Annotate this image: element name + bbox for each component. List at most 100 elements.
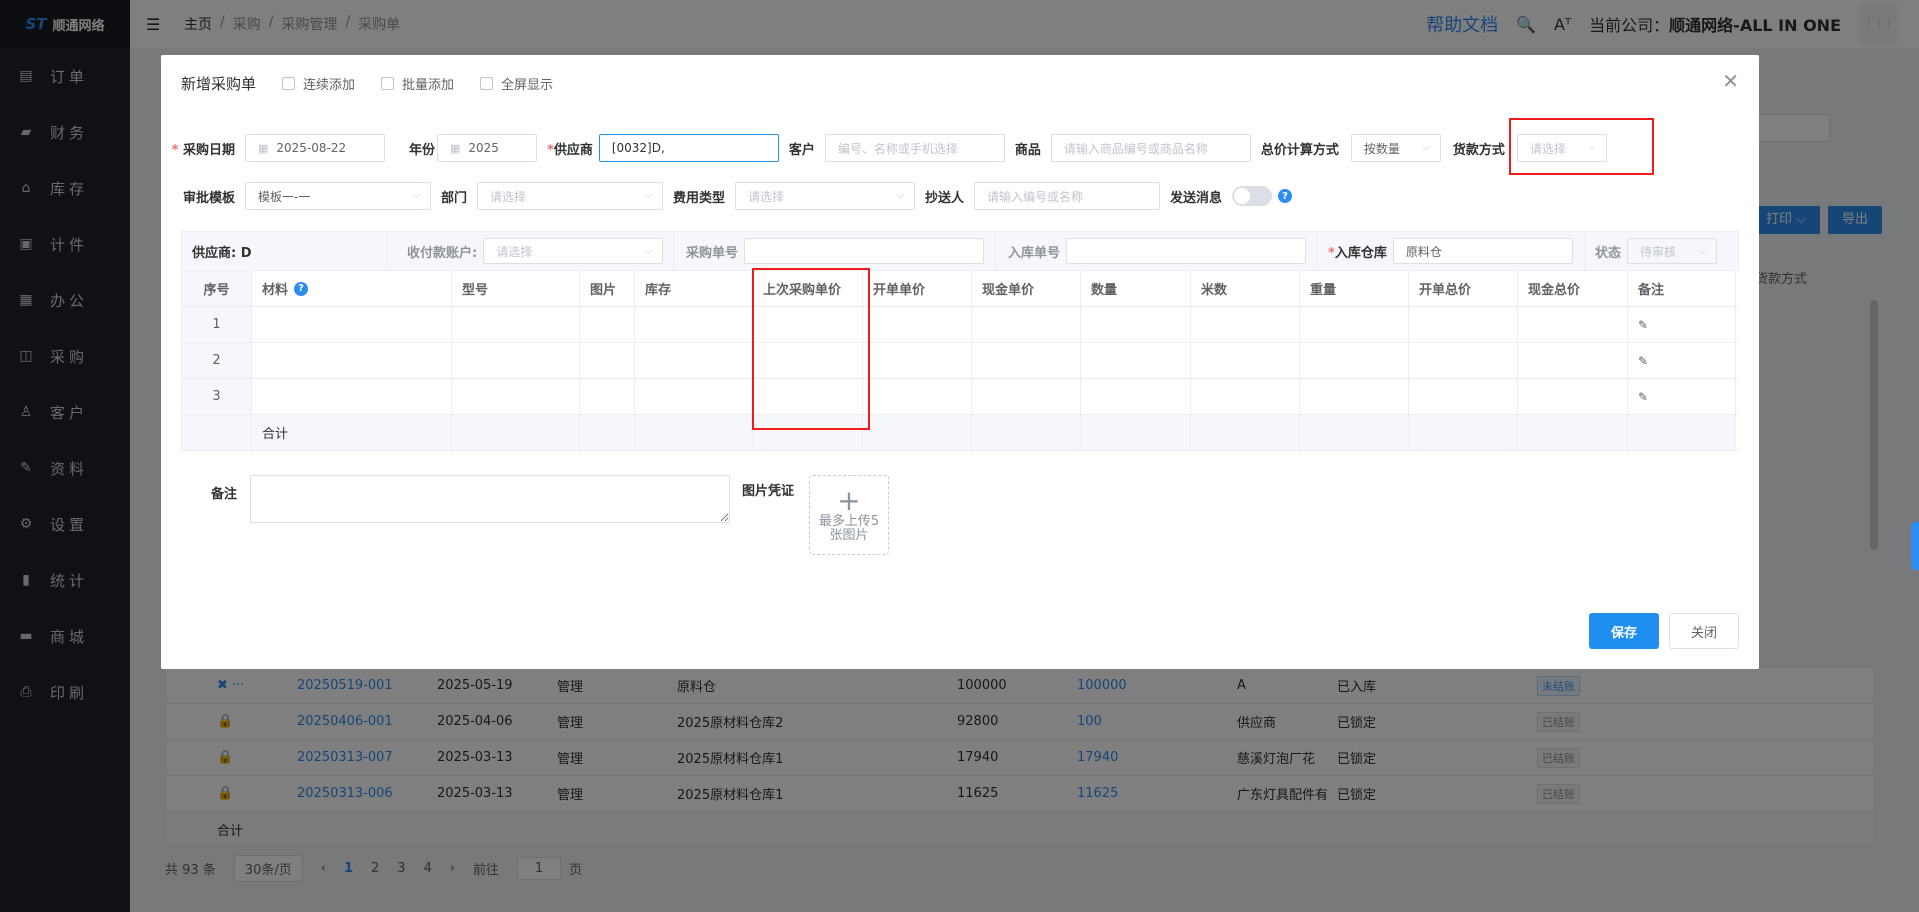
table-cell: [1518, 415, 1628, 450]
image-upload[interactable]: + 最多上传5张图片: [809, 475, 889, 555]
payment-method-label: 货款方式: [1452, 142, 1505, 158]
dialog-title: 新增采购单: [181, 75, 257, 93]
table-cell[interactable]: [863, 307, 972, 342]
table-cell[interactable]: [972, 343, 1081, 378]
year-input[interactable]: ▦ 2025: [437, 134, 537, 162]
edit-icon[interactable]: ✎: [1638, 354, 1648, 368]
approval-template-label: 审批模板: [182, 190, 235, 206]
batch-add-checkbox[interactable]: 批量添加: [381, 74, 454, 93]
help-icon[interactable]: ?: [1278, 189, 1293, 203]
table-cell[interactable]: [252, 307, 452, 342]
new-purchase-order-dialog: 新增采购单 连续添加 批量添加 全屏显示 ✕ * 采购日期 ▦ 2025-08-2…: [161, 55, 1759, 669]
table-cell[interactable]: [1081, 307, 1191, 342]
table-cell[interactable]: [1409, 307, 1518, 342]
goods-input[interactable]: 请输入商品编号或商品名称: [1050, 134, 1251, 162]
table-cell[interactable]: [972, 307, 1081, 342]
po-number-input[interactable]: [744, 238, 985, 264]
chevron-down-icon: ⌵: [644, 246, 653, 257]
column-header: 开单单价: [863, 271, 972, 306]
table-cell[interactable]: [1409, 343, 1518, 378]
table-cell[interactable]: [1518, 379, 1628, 414]
table-cell[interactable]: [580, 379, 635, 414]
table-cell[interactable]: [635, 379, 753, 414]
cc-input[interactable]: 请输入编号或名称: [974, 182, 1161, 210]
table-cell[interactable]: [252, 379, 452, 414]
table-cell: [452, 415, 580, 450]
table-cell: [1628, 415, 1736, 450]
table-cell[interactable]: ✎: [1628, 379, 1736, 414]
customer-input[interactable]: 编号、名称或手机选择: [824, 134, 1005, 162]
table-cell[interactable]: [1300, 307, 1409, 342]
purchase-date-input[interactable]: ▦ 2025-08-22: [245, 134, 385, 162]
highlight-payment-method: [1509, 118, 1654, 175]
table-cell[interactable]: ✎: [1628, 343, 1736, 378]
supplier-input[interactable]: [0032]D,: [598, 134, 779, 162]
column-header: 型号: [452, 271, 580, 306]
table-cell[interactable]: [452, 343, 580, 378]
table-cell[interactable]: [863, 343, 972, 378]
table-cell[interactable]: [1081, 379, 1191, 414]
table-cell[interactable]: [635, 343, 753, 378]
customer-label: 客户: [788, 142, 815, 158]
column-header: 序号: [182, 271, 252, 306]
table-cell[interactable]: [580, 343, 635, 378]
notes-textarea[interactable]: [250, 475, 730, 523]
department-label: 部门: [441, 190, 468, 206]
column-header: 图片: [580, 271, 635, 306]
table-cell[interactable]: [1191, 307, 1300, 342]
continuous-add-checkbox[interactable]: 连续添加: [282, 74, 355, 93]
edit-icon[interactable]: ✎: [1638, 318, 1648, 332]
checkbox-icon[interactable]: [381, 77, 395, 90]
table-cell[interactable]: [1300, 343, 1409, 378]
send-message-toggle[interactable]: [1232, 186, 1273, 206]
fee-type-label: 费用类型: [673, 190, 726, 206]
table-cell[interactable]: [635, 307, 753, 342]
fee-type-select[interactable]: 请选择 ⌵: [735, 182, 916, 210]
account-select[interactable]: 请选择 ⌵: [483, 238, 664, 264]
total-calc-select[interactable]: 按数量 ⌵: [1350, 134, 1441, 162]
chevron-down-icon: ⌵: [644, 190, 653, 201]
chevron-down-icon: ⌵: [1698, 246, 1707, 257]
table-cell[interactable]: [1191, 343, 1300, 378]
table-cell: [863, 415, 972, 450]
notes-label: 备注: [211, 487, 238, 502]
table-cell[interactable]: [452, 307, 580, 342]
table-cell[interactable]: [1409, 379, 1518, 414]
inbound-number-input[interactable]: [1066, 238, 1307, 264]
material-detail-table: 序号 材料? 型号 图片 库存 上次采购单价 开单单价 现金单价 数量 米数 重量 开单总价 现金总价备…: [181, 271, 1739, 451]
help-icon[interactable]: ?: [294, 281, 309, 296]
table-cell[interactable]: [972, 379, 1081, 414]
table-cell[interactable]: [1518, 307, 1628, 342]
table-row: 3 ✎: [182, 379, 1739, 415]
account-label: 收付款账户:: [407, 245, 478, 261]
close-button[interactable]: 关闭: [1669, 613, 1739, 649]
save-button[interactable]: 保存: [1589, 613, 1659, 649]
row-index: 2: [182, 343, 252, 378]
checkbox-icon[interactable]: [480, 77, 494, 90]
chevron-down-icon: ⌵: [1422, 142, 1430, 153]
purchase-date-label: * 采购日期: [171, 142, 235, 158]
table-cell: [1191, 415, 1300, 450]
table-cell[interactable]: [1081, 343, 1191, 378]
table-cell[interactable]: ✎: [1628, 307, 1736, 342]
table-cell[interactable]: [252, 343, 452, 378]
table-cell[interactable]: [1191, 379, 1300, 414]
table-cell[interactable]: [1518, 343, 1628, 378]
side-drawer-tab[interactable]: [1911, 522, 1919, 570]
edit-icon[interactable]: ✎: [1638, 390, 1648, 404]
goods-label: 商品: [1014, 142, 1041, 158]
fullscreen-checkbox[interactable]: 全屏显示: [480, 74, 553, 93]
status-select: 待审核 ⌵: [1627, 238, 1718, 264]
table-cell[interactable]: [863, 379, 972, 414]
image-voucher-label: 图片凭证: [742, 484, 795, 499]
department-select[interactable]: 请选择 ⌵: [477, 182, 664, 210]
cc-label: 抄送人: [925, 190, 965, 206]
table-cell[interactable]: [580, 307, 635, 342]
close-icon[interactable]: ✕: [1722, 69, 1739, 93]
approval-template-select[interactable]: 模板一-一 ⌵: [245, 182, 431, 210]
table-cell[interactable]: [452, 379, 580, 414]
table-cell[interactable]: [1300, 379, 1409, 414]
warehouse-input[interactable]: 原料仓: [1392, 238, 1573, 264]
checkbox-icon[interactable]: [282, 77, 296, 90]
column-header: 备注: [1628, 271, 1736, 306]
